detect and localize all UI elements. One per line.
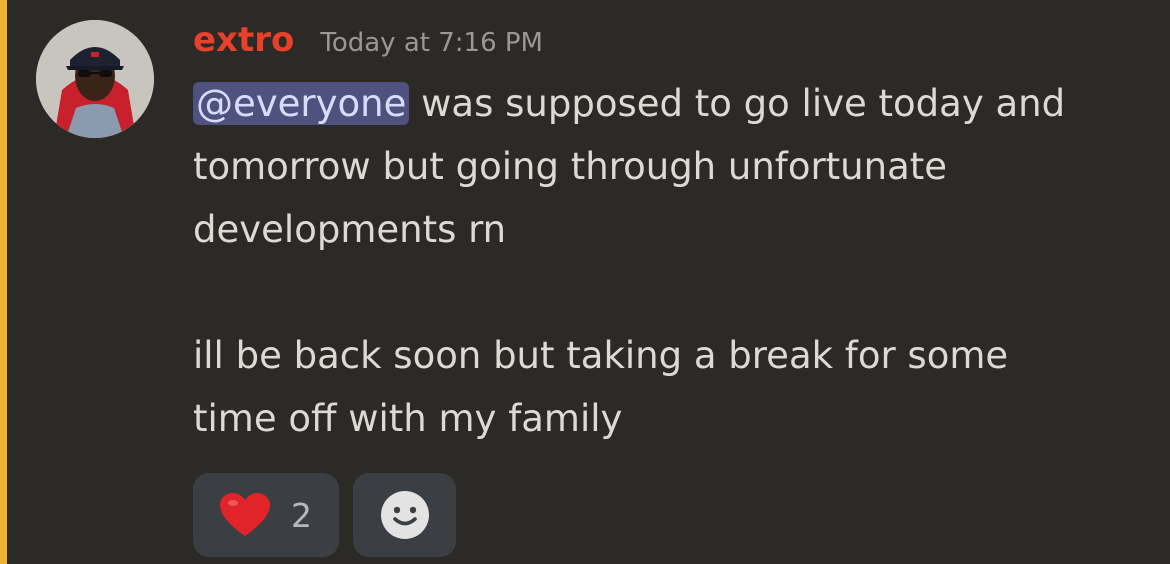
message-line: tomorrow but going through unfortunate: [193, 145, 948, 188]
avatar-image: [36, 20, 154, 138]
reaction-count: 2: [291, 495, 312, 535]
message-line: @everyone was supposed to go live today …: [193, 72, 1143, 135]
heart-emoji-icon: [220, 493, 270, 536]
add-reaction-button[interactable]: [353, 473, 456, 557]
mention-highlight-bar: [0, 0, 7, 564]
avatar[interactable]: [36, 20, 154, 138]
message-line: ill be back soon but taking a break for …: [193, 334, 1009, 377]
message-line: developments rn: [193, 208, 507, 251]
timestamp[interactable]: Today at 7:16 PM: [320, 28, 543, 58]
reactions-bar: 2: [193, 473, 456, 557]
message-content: @everyone was supposed to go live today …: [193, 72, 1143, 450]
message-header: extro Today at 7:16 PM: [193, 20, 543, 68]
username[interactable]: extro: [193, 20, 294, 60]
smiley-icon: [380, 491, 429, 539]
reaction-heart[interactable]: 2: [193, 473, 339, 557]
message-text: was supposed to go live today and: [409, 82, 1066, 125]
message-line: time off with my family: [193, 397, 623, 440]
everyone-mention[interactable]: @everyone: [193, 82, 410, 125]
